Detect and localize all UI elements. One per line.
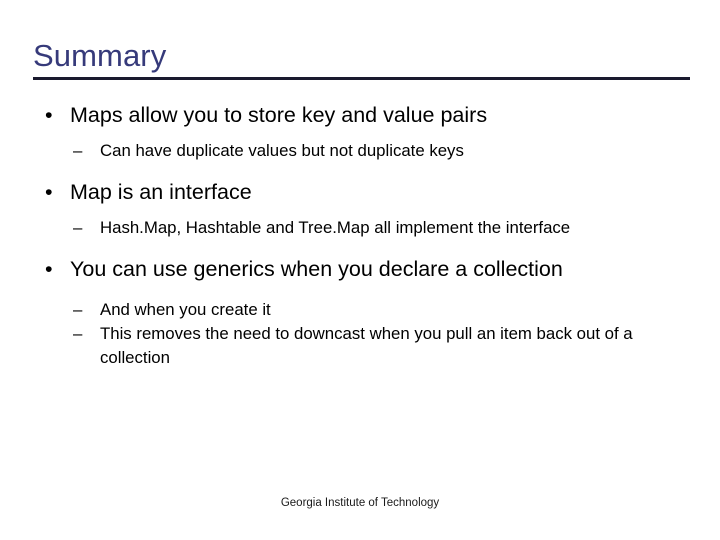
sub-bullet-text: Can have duplicate values but not duplic… <box>100 141 464 160</box>
bullet-item: • You can use generics when you declare … <box>33 254 693 284</box>
dash-icon: – <box>73 141 83 160</box>
dash-icon: – <box>73 300 83 319</box>
page-title: Summary <box>33 38 167 73</box>
slide: Summary • Maps allow you to store key an… <box>0 0 720 540</box>
bullet-dot-icon: • <box>45 257 53 281</box>
sub-bullet-text: This removes the need to downcast when y… <box>100 324 633 367</box>
title-block: Summary <box>33 38 690 74</box>
bullet-dot-icon: • <box>45 180 53 204</box>
bullet-dot-icon: • <box>45 103 53 127</box>
title-underline-rule <box>33 77 690 80</box>
bullet-item: • Maps allow you to store key and value … <box>33 100 693 130</box>
sub-bullet-item: – Can have duplicate values but not dupl… <box>33 139 693 163</box>
dash-icon: – <box>73 218 83 237</box>
sub-bullet-text: And when you create it <box>100 300 271 319</box>
bullet-item: • Map is an interface <box>33 177 693 207</box>
sub-bullet-item: – Hash.Map, Hashtable and Tree.Map all i… <box>33 216 693 240</box>
sub-bullet-item: – This removes the need to downcast when… <box>33 322 693 370</box>
slide-footer: Georgia Institute of Technology <box>280 497 440 509</box>
slide-body: • Maps allow you to store key and value … <box>33 100 693 370</box>
sub-bullet-text: Hash.Map, Hashtable and Tree.Map all imp… <box>100 218 571 237</box>
bullet-text: Map is an interface <box>70 180 252 204</box>
dash-icon: – <box>73 324 83 343</box>
bullet-text: You can use generics when you declare a … <box>70 257 563 281</box>
bullet-text: Maps allow you to store key and value pa… <box>70 103 488 127</box>
sub-bullet-item: – And when you create it <box>33 298 693 322</box>
